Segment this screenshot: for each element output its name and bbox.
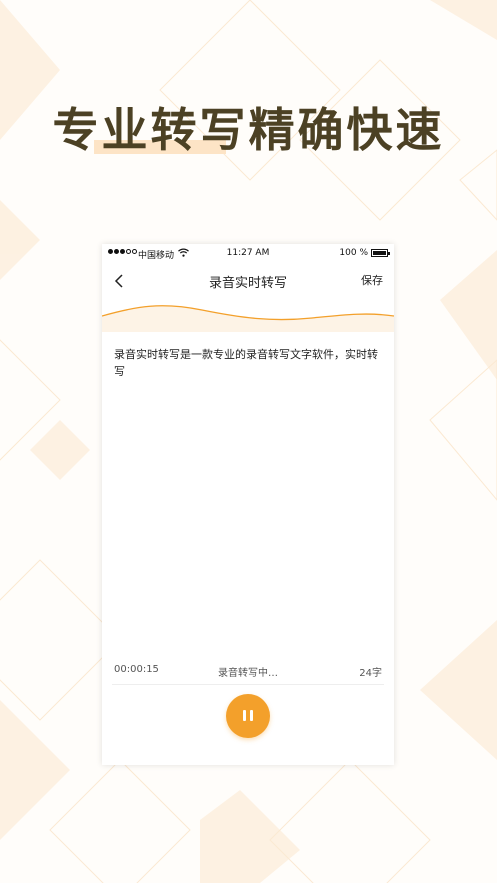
nav-bar: 录音实时转写 保存 [102,264,394,298]
recording-info: 00:00:15 录音转写中… 24字 [102,664,394,680]
status-bar: 中国移动 11:27 AM 100 % [102,244,394,264]
transcript-text: 录音实时转写是一款专业的录音转写文字软件，实时转写 [114,348,378,378]
pause-button[interactable] [226,694,270,738]
recording-status: 录音转写中… [218,668,278,679]
page-title: 录音实时转写 [208,276,287,291]
divider [112,684,384,685]
headline: 专业转写精确快速 [52,103,445,157]
save-button[interactable]: 保存 [361,272,383,288]
battery-icon [371,249,390,257]
headline-block: 专业转写精确快速 [0,88,497,168]
pause-icon [243,710,246,721]
battery-percent: 100 % [339,248,368,258]
word-count: 24字 [359,668,382,679]
audio-waveform [102,305,394,332]
phone-screen: 中国移动 11:27 AM 100 % 录音实时转写 保存 录音实时转写是一款专… [102,244,394,765]
